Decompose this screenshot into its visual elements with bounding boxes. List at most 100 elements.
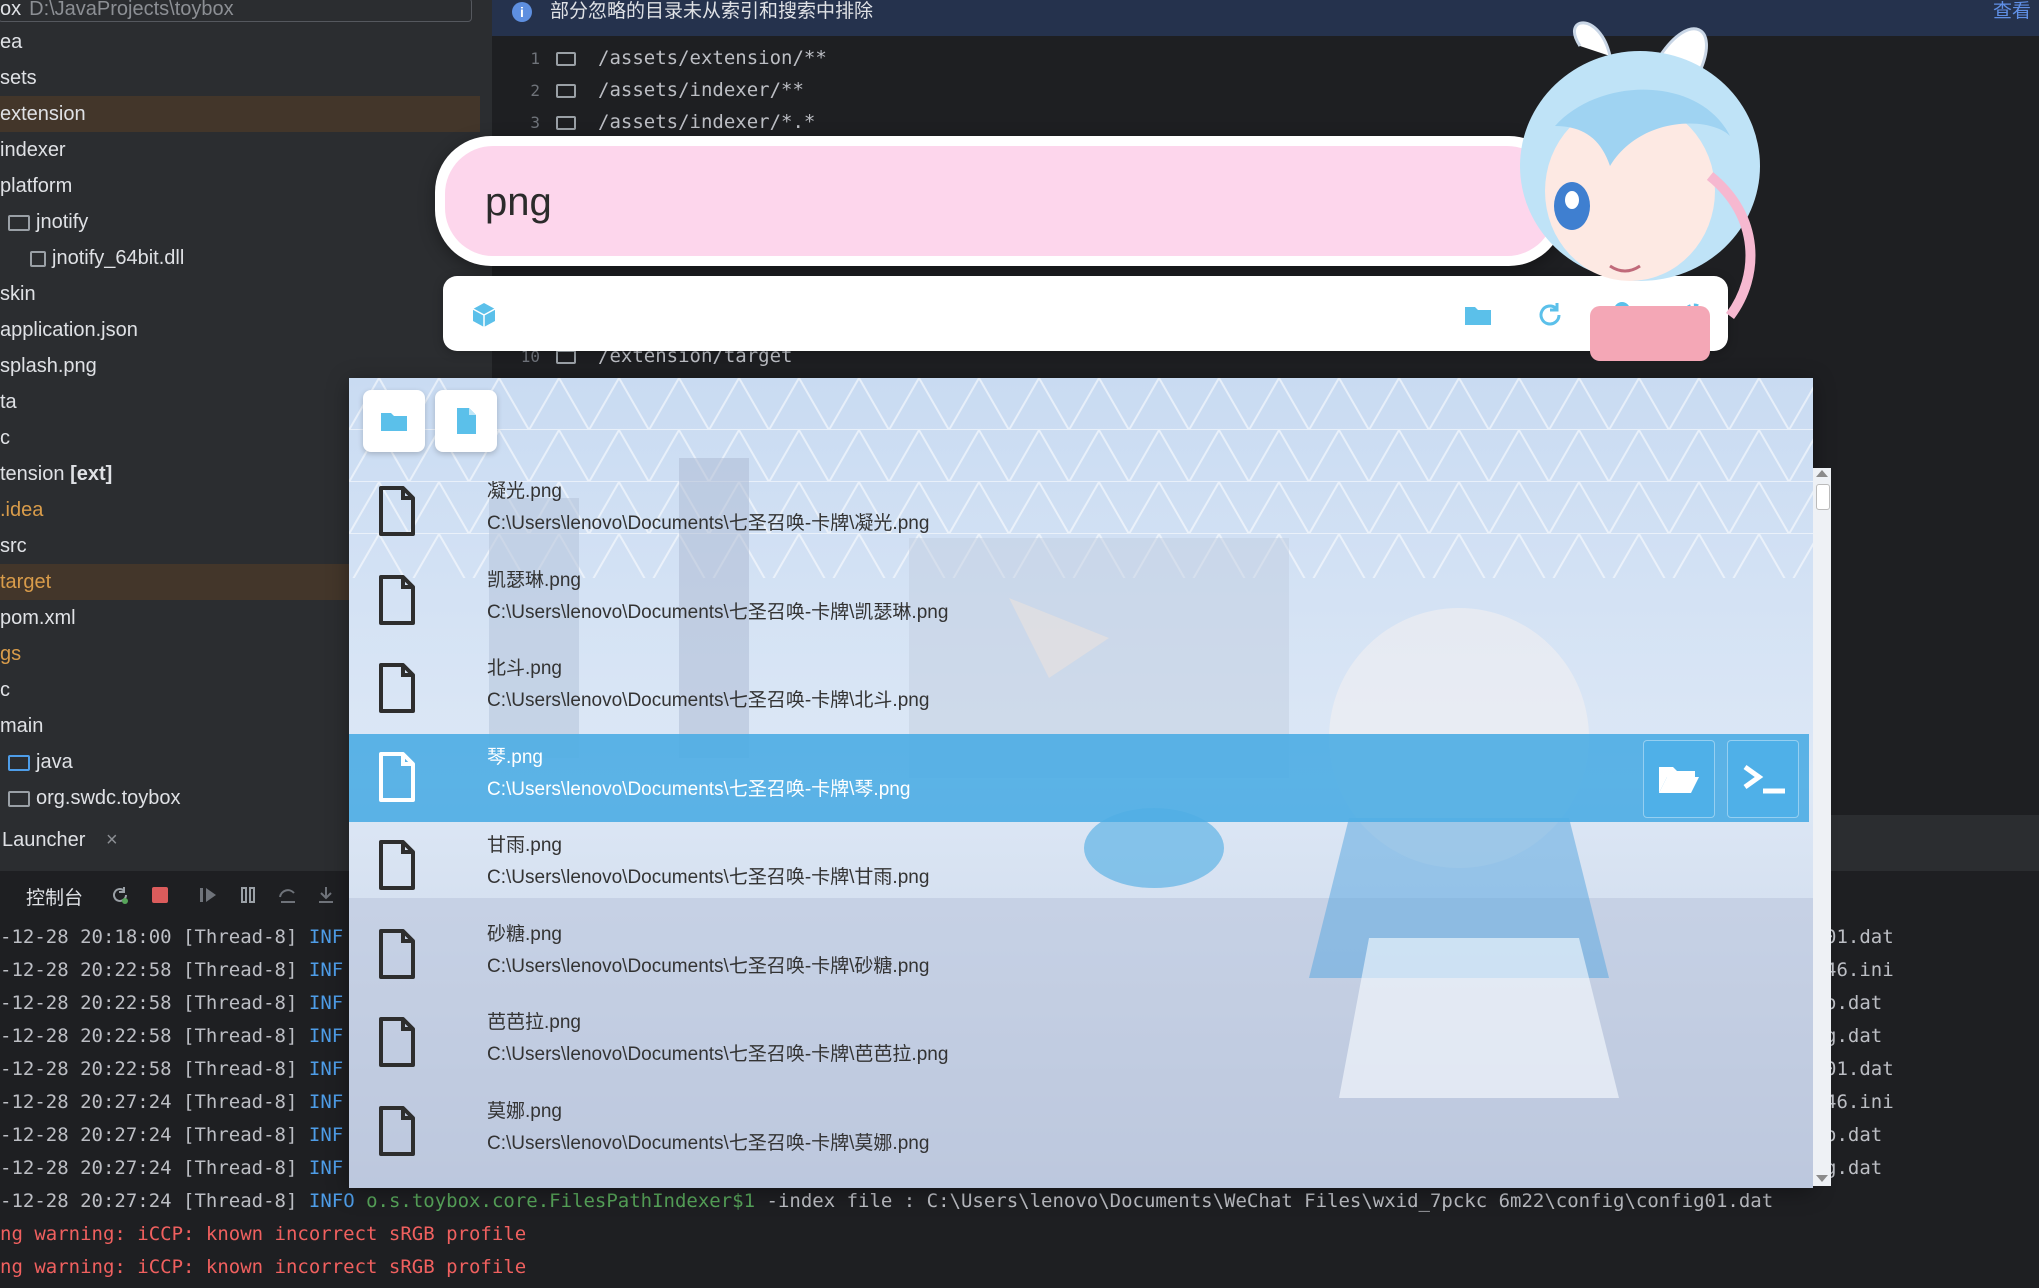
tree-item-label: src	[0, 535, 27, 557]
tree-item-label: pom.xml	[0, 607, 76, 629]
tree-item-label: c	[0, 679, 10, 701]
step-into-icon[interactable]	[316, 885, 336, 905]
log-level: INF	[308, 1091, 344, 1113]
banner-link[interactable]: 查看	[1993, 0, 2031, 24]
search-input[interactable]	[483, 166, 1387, 238]
results-scrollbar[interactable]	[1813, 468, 1831, 1186]
result-path: C:\Users\lenovo\Documents\七圣召唤-卡牌\琴.png	[487, 778, 911, 800]
log-warning: ng warning: iCCP: known incorrect sRGB p…	[0, 1223, 527, 1245]
scroll-down-icon[interactable]	[1816, 1175, 1828, 1182]
console-tab[interactable]: 控制台	[26, 883, 83, 910]
log-line: -12-28 20:27:24 [Thread-8] INF	[0, 1152, 343, 1185]
tree-item[interactable]: skin	[0, 276, 480, 312]
log-line: -12-28 20:22:58 [Thread-8] INF	[0, 1053, 343, 1086]
code-text: /assets/extension/**	[598, 47, 827, 69]
filter-files-button[interactable]	[435, 390, 497, 452]
log-level: INF	[308, 1025, 344, 1047]
result-path: C:\Users\lenovo\Documents\七圣召唤-卡牌\莫娜.png	[487, 1132, 930, 1154]
tree-item-label: ea	[0, 31, 23, 53]
open-terminal-button[interactable]	[1727, 739, 1799, 818]
folder-icon	[556, 51, 576, 66]
file-icon	[377, 840, 417, 895]
log-thread: [Thread-8]	[183, 1157, 298, 1179]
log-timestamp: -12-28 20:27:24	[0, 1091, 172, 1113]
result-item[interactable]: 甘雨.png C:\Users\lenovo\Documents\七圣召唤-卡牌\…	[349, 822, 1809, 910]
tree-item[interactable]: indexer	[0, 132, 480, 168]
tree-item-label: .idea	[0, 499, 44, 521]
log-line: -12-28 20:27:24 [Thread-8] INF	[0, 1086, 343, 1119]
tree-item[interactable]: sets	[0, 60, 480, 96]
rerun-icon[interactable]	[110, 885, 130, 905]
log-timestamp: -12-28 20:22:58	[0, 992, 172, 1014]
folder-icon	[556, 349, 576, 364]
log-file-suffix: 46.ini	[1825, 1091, 1894, 1113]
log-file-suffix: g.dat	[1825, 1025, 1883, 1047]
result-item[interactable]: 芭芭拉.png C:\Users\lenovo\Documents\七圣召唤-卡牌…	[349, 999, 1809, 1087]
resume-icon[interactable]	[198, 885, 218, 905]
code-line: 1/assets/extension/**	[492, 42, 826, 74]
terminal-icon	[1743, 764, 1785, 793]
code-text: /assets/indexer/**	[598, 79, 804, 101]
tree-item-label: indexer	[0, 139, 66, 161]
log-warning: ng warning: iCCP: known incorrect sRGB p…	[0, 1256, 527, 1278]
scroll-thumb[interactable]	[1816, 484, 1830, 510]
log-line: -12-28 20:22:58 [Thread-8] INF	[0, 954, 343, 987]
results-panel: 凝光.png C:\Users\lenovo\Documents\七圣召唤-卡牌\…	[349, 378, 1813, 1188]
file-icon	[30, 250, 46, 267]
tree-item-label: platform	[0, 175, 73, 197]
folder-icon	[381, 413, 407, 431]
result-path: C:\Users\lenovo\Documents\七圣召唤-卡牌\砂糖.png	[487, 955, 930, 977]
tree-item-label: extension	[0, 103, 86, 125]
open-folder-button[interactable]	[1643, 739, 1715, 818]
result-name: 芭芭拉.png	[487, 1012, 581, 1033]
tree-item-label: ta	[0, 391, 17, 413]
cube-icon[interactable]	[469, 300, 499, 330]
filter-folders-button[interactable]	[363, 390, 425, 452]
file-icon	[377, 486, 417, 541]
result-item[interactable]: 北斗.png C:\Users\lenovo\Documents\七圣召唤-卡牌\…	[349, 645, 1809, 733]
result-item[interactable]: 凝光.png C:\Users\lenovo\Documents\七圣召唤-卡牌\…	[349, 468, 1809, 556]
close-tab-icon[interactable]: ×	[106, 829, 118, 852]
search-bar	[435, 136, 1565, 266]
log-thread: [Thread-8]	[183, 959, 298, 981]
scroll-up-icon[interactable]	[1816, 470, 1828, 477]
log-file-suffix: 01.dat	[1825, 1058, 1894, 1080]
log-level: INF	[308, 1124, 344, 1146]
pause-icon[interactable]	[238, 885, 258, 905]
step-over-icon[interactable]	[278, 885, 298, 905]
log-thread: [Thread-8]	[183, 1091, 298, 1113]
log-tail: 6m22\config\config01.dat	[1498, 1190, 1774, 1212]
tree-item-label: main	[0, 715, 44, 737]
result-path: C:\Users\lenovo\Documents\七圣召唤-卡牌\甘雨.png	[487, 867, 930, 888]
result-item[interactable]: 莫娜.png C:\Users\lenovo\Documents\七圣召唤-卡牌\…	[349, 1088, 1809, 1176]
tree-item[interactable]: platform	[0, 168, 480, 204]
file-icon	[377, 574, 417, 630]
log-level: INF	[308, 1058, 344, 1080]
tree-item[interactable]: jnotify_64bit.dll	[0, 240, 510, 276]
tree-item-label: splash.png	[0, 355, 97, 377]
result-name: 琴.png	[487, 746, 543, 768]
file-icon	[457, 408, 476, 434]
project-root-frame	[0, 0, 472, 22]
line-number: 2	[530, 81, 540, 100]
log-thread: [Thread-8]	[183, 1025, 298, 1047]
log-timestamp: -12-28 20:22:58	[0, 959, 172, 981]
stop-icon[interactable]	[150, 885, 170, 905]
log-line: -12-28 20:22:58 [Thread-8] INF	[0, 987, 343, 1020]
tree-item[interactable]: jnotify	[0, 204, 488, 240]
tree-item[interactable]: application.json	[0, 312, 480, 348]
mascot-character	[1520, 21, 1760, 361]
result-name: 砂糖.png	[487, 923, 562, 945]
info-icon: i	[512, 2, 532, 22]
folder-icon	[8, 754, 30, 771]
tree-item-label: java	[36, 751, 73, 773]
run-tab-launcher[interactable]: Launcher	[2, 829, 85, 852]
result-item[interactable]: 琴.png C:\Users\lenovo\Documents\七圣召唤-卡牌\琴…	[349, 733, 1809, 822]
tree-item[interactable]: extension	[0, 96, 480, 132]
project-root[interactable]: ox D:\JavaProjects\toybox	[0, 0, 474, 22]
folder-icon	[556, 83, 576, 98]
tree-item[interactable]: ea	[0, 24, 480, 60]
log-level: INF	[308, 926, 344, 948]
result-item[interactable]: 砂糖.png C:\Users\lenovo\Documents\七圣召唤-卡牌\…	[349, 911, 1809, 999]
result-item[interactable]: 凯瑟琳.png C:\Users\lenovo\Documents\七圣召唤-卡牌…	[349, 557, 1809, 645]
